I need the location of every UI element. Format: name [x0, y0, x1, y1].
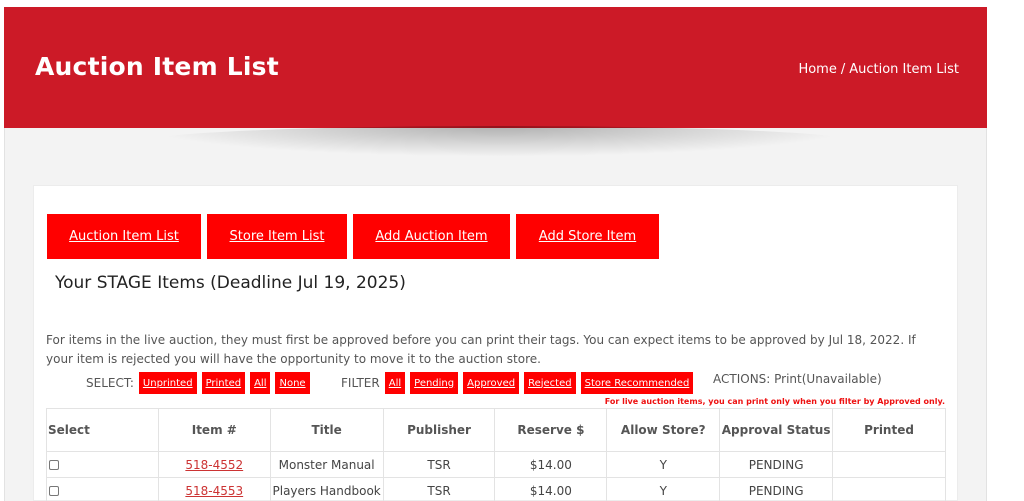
table-header-row: Select Item # Title Publisher Reserve $ …	[46, 408, 946, 452]
filter-rejected-button[interactable]: Rejected	[524, 372, 576, 394]
items-table: Select Item # Title Publisher Reserve $ …	[46, 408, 946, 501]
breadcrumb-separator: /	[840, 62, 846, 77]
breadcrumb-home-link[interactable]: Home	[798, 62, 836, 77]
allow-store-cell: Y	[606, 477, 721, 501]
select-controls: SELECT: Unprinted Printed All None	[86, 372, 310, 394]
reserve-cell: $14.00	[494, 451, 608, 478]
top-strip	[4, 0, 987, 7]
table-row: 518-4552 Monster Manual TSR $14.00 Y PEN…	[46, 451, 946, 478]
approval-status-cell: PENDING	[719, 451, 834, 478]
filter-approved-button[interactable]: Approved	[463, 372, 520, 394]
filter-pending-button[interactable]: Pending	[410, 372, 459, 394]
title-cell: Players Handbook	[269, 477, 384, 501]
print-note: For live auction items, you can print on…	[604, 397, 945, 406]
actions-text: ACTIONS: Print(Unavailable)	[713, 372, 882, 386]
select-all-button[interactable]: All	[250, 372, 271, 394]
stage-items-heading: Your STAGE Items (Deadline Jul 19, 2025)	[55, 273, 406, 293]
actions-status: ACTIONS: Print(Unavailable)	[713, 372, 882, 386]
page-header: Auction Item List Home / Auction Item Li…	[4, 7, 987, 128]
breadcrumb-current: Auction Item List	[849, 62, 959, 77]
reserve-cell: $14.00	[494, 477, 608, 501]
publisher-cell: TSR	[382, 451, 496, 478]
approval-status-cell: PENDING	[719, 477, 834, 501]
filter-label: FILTER	[341, 376, 380, 390]
add-store-item-button[interactable]: Add Store Item	[516, 214, 659, 259]
select-printed-button[interactable]: Printed	[201, 372, 246, 394]
header-title: Title	[269, 408, 384, 452]
select-label: SELECT:	[86, 376, 134, 390]
header-reserve: Reserve $	[494, 408, 608, 452]
add-auction-item-button[interactable]: Add Auction Item	[353, 214, 510, 259]
header-allow-store: Allow Store?	[606, 408, 721, 452]
row-checkbox[interactable]	[49, 486, 59, 496]
header-publisher: Publisher	[382, 408, 496, 452]
auction-item-list-button[interactable]: Auction Item List	[47, 214, 201, 259]
printed-cell	[832, 477, 946, 501]
header-item-number: Item #	[157, 408, 271, 452]
item-number-link[interactable]: 518-4553	[185, 484, 243, 498]
header-approval-status: Approval Status	[719, 408, 834, 452]
select-cell	[46, 477, 159, 501]
content-card: Auction Item List Store Item List Add Au…	[33, 185, 958, 501]
printed-cell	[832, 451, 946, 478]
select-cell	[46, 451, 159, 478]
allow-store-cell: Y	[606, 451, 721, 478]
select-unprinted-button[interactable]: Unprinted	[138, 372, 197, 394]
title-cell: Monster Manual	[269, 451, 384, 478]
table-row: 518-4553 Players Handbook TSR $14.00 Y P…	[46, 477, 946, 501]
header-printed: Printed	[832, 408, 946, 452]
header-shadow	[150, 126, 850, 156]
publisher-cell: TSR	[382, 477, 496, 501]
breadcrumb: Home / Auction Item List	[798, 62, 959, 77]
filter-store-recommended-button[interactable]: Store Recommended	[580, 372, 694, 394]
select-none-button[interactable]: None	[275, 372, 310, 394]
header-select: Select	[46, 408, 159, 452]
item-number-cell: 518-4552	[157, 451, 271, 478]
page-title: Auction Item List	[35, 52, 279, 81]
approval-info-text: For items in the live auction, they must…	[46, 333, 916, 366]
store-item-list-button[interactable]: Store Item List	[207, 214, 347, 259]
item-number-cell: 518-4553	[157, 477, 271, 501]
filter-controls: FILTER All Pending Approved Rejected Sto…	[341, 372, 694, 394]
nav-buttons: Auction Item List Store Item List Add Au…	[47, 214, 659, 259]
row-checkbox[interactable]	[49, 460, 59, 470]
filter-all-button[interactable]: All	[384, 372, 406, 394]
item-number-link[interactable]: 518-4552	[185, 458, 243, 472]
